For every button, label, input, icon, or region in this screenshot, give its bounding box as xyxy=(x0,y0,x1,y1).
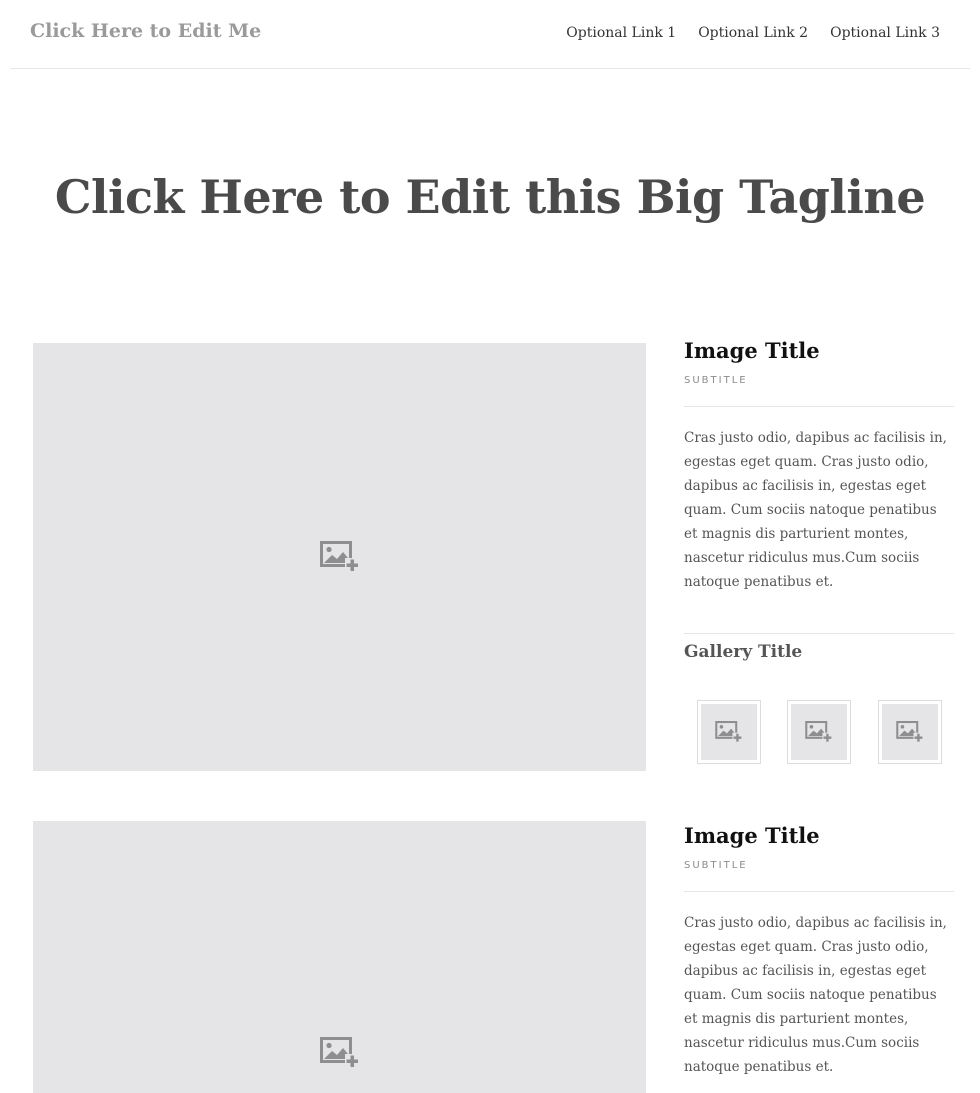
image-details-2: Image Title SUBTITLE Cras justo odio, da… xyxy=(684,823,954,1079)
image-placeholder-1[interactable] xyxy=(33,343,646,771)
thumbnail-placeholder xyxy=(701,704,757,760)
thumbnail-placeholder xyxy=(882,704,938,760)
gallery-title[interactable]: Gallery Title xyxy=(684,642,802,662)
hero-tagline[interactable]: Click Here to Edit this Big Tagline xyxy=(0,170,980,224)
image-title[interactable]: Image Title xyxy=(684,338,954,364)
image-details-1: Image Title SUBTITLE Cras justo odio, da… xyxy=(684,338,954,594)
site-title[interactable]: Click Here to Edit Me xyxy=(30,20,261,42)
add-image-icon xyxy=(319,1037,359,1068)
add-image-icon xyxy=(319,541,359,572)
gallery-thumbnail[interactable] xyxy=(697,700,761,764)
gallery-thumbnail[interactable] xyxy=(878,700,942,764)
image-subtitle[interactable]: SUBTITLE xyxy=(684,860,954,892)
image-title[interactable]: Image Title xyxy=(684,823,954,849)
image-placeholder-2[interactable] xyxy=(33,821,646,1093)
add-image-icon xyxy=(715,721,743,743)
image-description[interactable]: Cras justo odio, dapibus ac facilisis in… xyxy=(684,911,954,1079)
gallery-divider xyxy=(684,633,954,634)
nav-link-1[interactable]: Optional Link 1 xyxy=(566,25,676,41)
image-subtitle[interactable]: SUBTITLE xyxy=(684,375,954,407)
site-header: Click Here to Edit Me Optional Link 1 Op… xyxy=(10,0,970,69)
thumbnail-placeholder xyxy=(791,704,847,760)
gallery-thumbnail[interactable] xyxy=(787,700,851,764)
image-description[interactable]: Cras justo odio, dapibus ac facilisis in… xyxy=(684,426,954,594)
nav-links: Optional Link 1 Optional Link 2 Optional… xyxy=(566,25,940,41)
nav-link-2[interactable]: Optional Link 2 xyxy=(698,25,808,41)
add-image-icon xyxy=(805,721,833,743)
add-image-icon xyxy=(896,721,924,743)
nav-link-3[interactable]: Optional Link 3 xyxy=(830,25,940,41)
